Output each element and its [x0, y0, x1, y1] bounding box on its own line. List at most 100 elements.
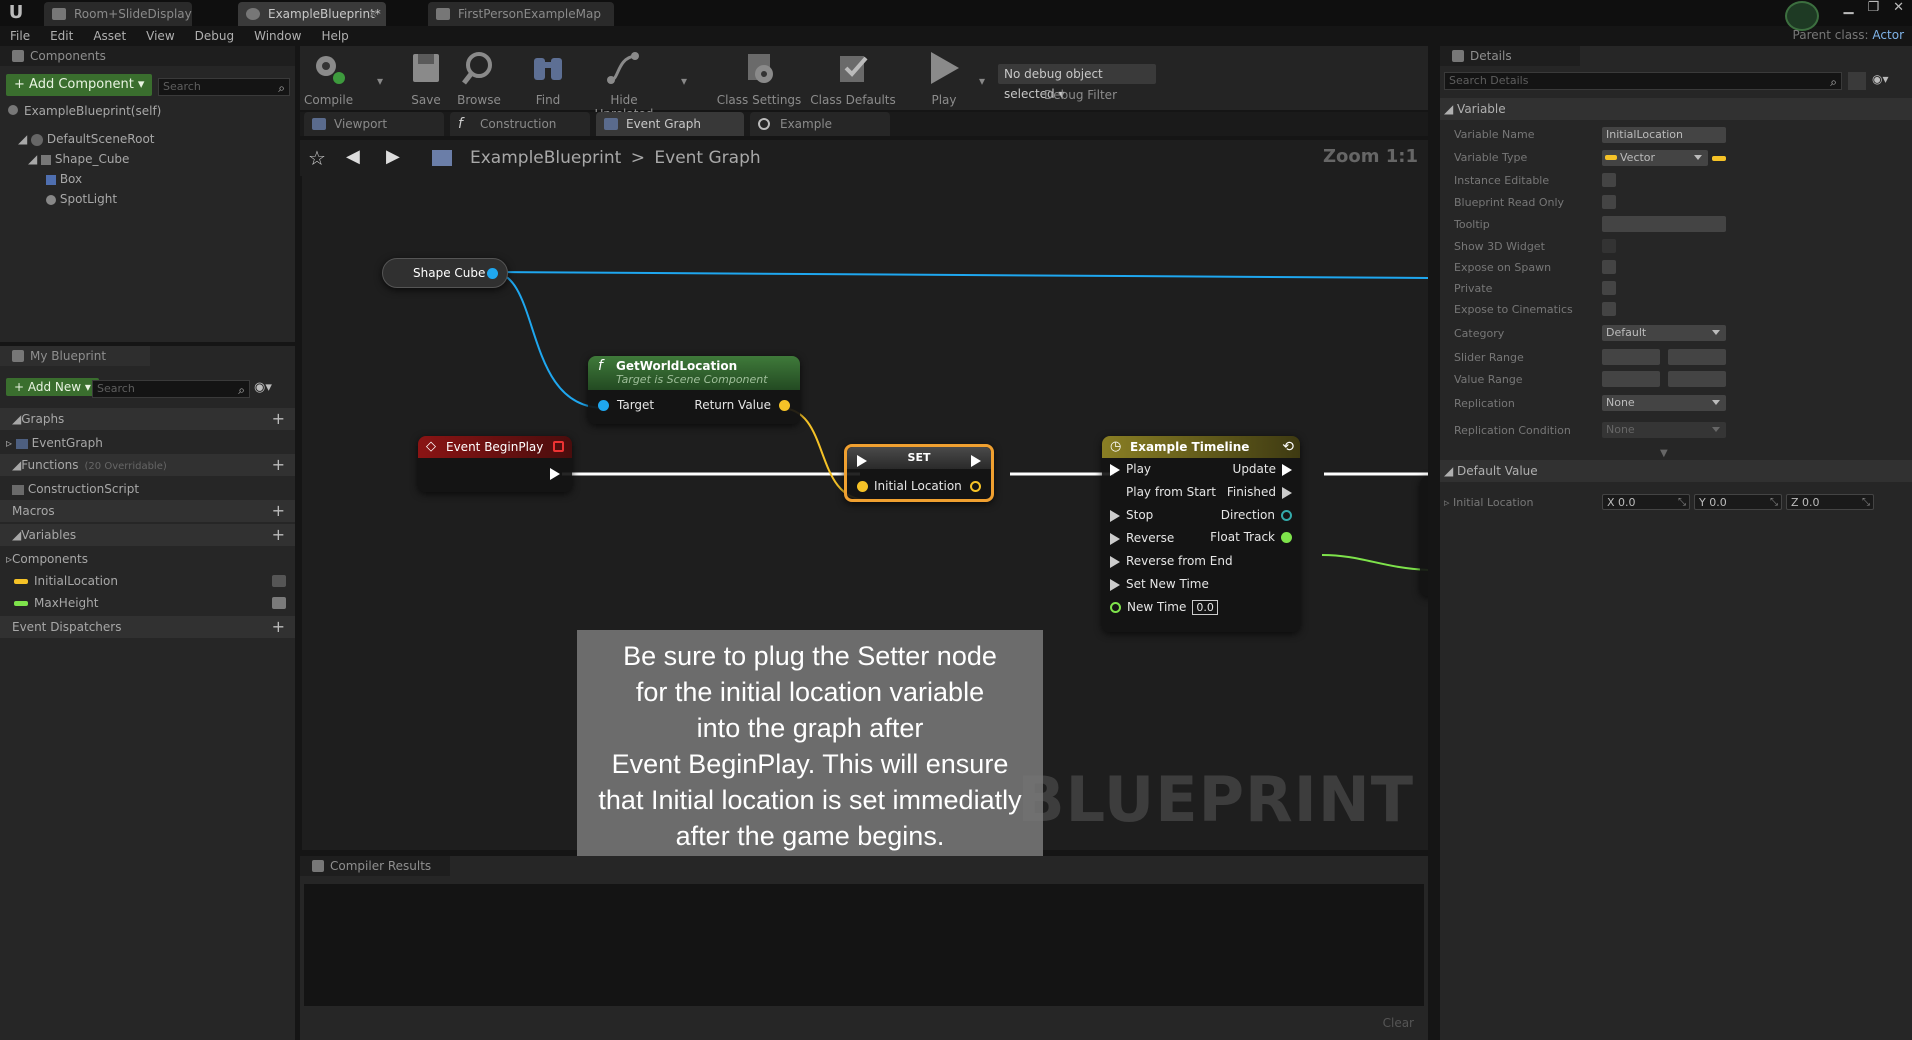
- node-set-initial-location[interactable]: SET Initial Location: [844, 444, 994, 502]
- add-dispatcher-icon[interactable]: +: [272, 616, 285, 638]
- back-arrow-icon[interactable]: ◀: [346, 146, 360, 167]
- browse-button[interactable]: Browse: [454, 50, 504, 107]
- pin-update[interactable]: Update: [1233, 462, 1292, 476]
- tooltip-field[interactable]: [1602, 216, 1726, 232]
- menu-file[interactable]: File: [10, 26, 30, 46]
- expose-to-cinematics-checkbox[interactable]: [1602, 302, 1616, 316]
- property-matrix-icon[interactable]: [1848, 72, 1866, 90]
- show-3d-widget-checkbox[interactable]: [1602, 239, 1616, 253]
- value-range-min-field[interactable]: [1602, 371, 1660, 387]
- bookmark-star-icon[interactable]: ☆: [308, 146, 326, 170]
- pin-float-track[interactable]: Float Track: [1210, 530, 1292, 544]
- new-time-input[interactable]: 0.0: [1192, 600, 1218, 615]
- menu-asset[interactable]: Asset: [93, 26, 126, 46]
- pin-set-exec-out[interactable]: [971, 455, 981, 467]
- pin-initial-location-out[interactable]: [970, 481, 981, 492]
- pin-return-value[interactable]: Return Value: [694, 398, 790, 412]
- maximize-icon[interactable]: ❐: [1867, 0, 1879, 20]
- pin-shape-cube-out[interactable]: [487, 268, 498, 279]
- node-get-world-location[interactable]: f GetWorldLocation Target is Scene Compo…: [588, 356, 800, 424]
- pin-new-time[interactable]: New Time 0.0: [1110, 600, 1218, 615]
- compile-button[interactable]: Compile: [304, 50, 353, 107]
- initial-location-x-field[interactable]: X 0.0 ⤡: [1602, 494, 1690, 510]
- menu-view[interactable]: View: [146, 26, 174, 46]
- find-button[interactable]: Find: [526, 50, 570, 107]
- class-defaults-button[interactable]: Class Defaults: [810, 50, 896, 107]
- pin-finished[interactable]: Finished: [1227, 485, 1292, 499]
- value-range-max-field[interactable]: [1668, 371, 1726, 387]
- tab-room-slide-display[interactable]: Room+SlideDisplay: [44, 2, 192, 26]
- pin-play-from-start[interactable]: Play from Start: [1110, 485, 1216, 499]
- section-functions[interactable]: ◢Functions (20 Overridable) +: [0, 454, 295, 476]
- item-components-category[interactable]: ▹Components: [6, 550, 88, 568]
- close-window-icon[interactable]: ✕: [1893, 0, 1904, 20]
- pin-set-new-time[interactable]: Set New Time: [1110, 577, 1209, 591]
- debug-object-select[interactable]: No debug object selected ▾: [998, 64, 1156, 101]
- add-function-icon[interactable]: +: [272, 454, 285, 476]
- node-shape-cube[interactable]: Shape Cube: [382, 258, 508, 288]
- slider-range-max-field[interactable]: [1668, 349, 1726, 365]
- components-search-input[interactable]: Search ⌕: [158, 78, 290, 96]
- forward-arrow-icon[interactable]: ▶: [386, 146, 400, 167]
- variable-max-height[interactable]: MaxHeight: [14, 594, 286, 612]
- item-event-graph[interactable]: ▹ EventGraph: [6, 434, 103, 452]
- self-item[interactable]: ExampleBlueprint(self): [8, 102, 161, 120]
- add-new-button[interactable]: + Add New ▾: [6, 378, 99, 396]
- tree-default-scene-root[interactable]: ◢ DefaultSceneRoot: [18, 130, 155, 148]
- initial-location-z-field[interactable]: Z 0.0 ⤡: [1786, 494, 1874, 510]
- pin-target[interactable]: Target: [598, 398, 654, 412]
- instance-editable-checkbox[interactable]: [1602, 173, 1616, 187]
- tree-box[interactable]: Box: [46, 170, 82, 188]
- item-construction-script[interactable]: ConstructionScript: [12, 480, 139, 498]
- pin-begin-play-exec-out[interactable]: [550, 468, 560, 480]
- tree-spotlight[interactable]: SpotLight: [46, 190, 117, 208]
- blueprint-read-only-checkbox[interactable]: [1602, 195, 1616, 209]
- save-button[interactable]: Save: [404, 50, 448, 107]
- section-event-dispatchers[interactable]: Event Dispatchers +: [0, 616, 295, 638]
- pin-reverse[interactable]: Reverse: [1110, 531, 1174, 545]
- visibility-eye-icon[interactable]: ◉▾: [1872, 72, 1889, 86]
- variable-type-select[interactable]: Vector: [1602, 150, 1708, 166]
- pin-direction[interactable]: Direction: [1221, 508, 1292, 522]
- details-search-input[interactable]: Search Details ⌕: [1444, 72, 1842, 90]
- breadcrumb-root[interactable]: ExampleBlueprint: [470, 148, 621, 168]
- menu-edit[interactable]: Edit: [50, 26, 73, 46]
- play-button[interactable]: Play: [920, 50, 968, 107]
- node-offscreen-partial[interactable]: [1420, 476, 1428, 596]
- visibility-toggle-icon[interactable]: [272, 575, 286, 587]
- class-settings-button[interactable]: Class Settings: [716, 50, 802, 107]
- close-tab-icon[interactable]: ✕: [368, 2, 378, 26]
- compile-options-dropdown[interactable]: ▾: [364, 50, 396, 88]
- add-macro-icon[interactable]: +: [272, 500, 285, 522]
- pin-stop[interactable]: Stop: [1110, 508, 1153, 522]
- node-example-timeline[interactable]: ◷ Example Timeline ⟲ Play Play from Star…: [1102, 436, 1300, 632]
- menu-debug[interactable]: Debug: [195, 26, 234, 46]
- menu-help[interactable]: Help: [321, 26, 348, 46]
- variable-section-header[interactable]: ◢ Variable: [1440, 98, 1912, 120]
- add-variable-icon[interactable]: +: [272, 524, 285, 546]
- tab-event-graph[interactable]: Event Graph: [596, 112, 744, 136]
- tab-construction-script[interactable]: fConstruction Scrip: [450, 112, 590, 155]
- pin-set-exec-in[interactable]: [857, 455, 867, 467]
- tree-shape-cube[interactable]: ◢ Shape_Cube: [28, 150, 129, 168]
- replication-condition-select[interactable]: None: [1602, 422, 1726, 438]
- default-value-section-header[interactable]: ◢ Default Value: [1440, 460, 1912, 482]
- hide-unrelated-button[interactable]: Hide Unrelated: [580, 50, 668, 121]
- delegate-pin-icon[interactable]: [553, 441, 564, 452]
- add-graph-icon[interactable]: +: [272, 408, 285, 430]
- expand-advanced-icon[interactable]: ▼: [1660, 448, 1668, 459]
- tab-viewport[interactable]: Viewport: [304, 112, 444, 136]
- menu-window[interactable]: Window: [254, 26, 301, 46]
- hide-unrelated-dropdown[interactable]: ▾: [672, 50, 696, 88]
- container-type-icon[interactable]: [1712, 156, 1726, 161]
- section-macros[interactable]: Macros +: [0, 500, 295, 522]
- tab-example-timeline[interactable]: Example Timeline_: [750, 112, 890, 155]
- variable-initial-location[interactable]: InitialLocation: [14, 572, 286, 590]
- slider-range-min-field[interactable]: [1602, 349, 1660, 365]
- add-component-button[interactable]: + Add Component ▾: [6, 74, 153, 96]
- section-graphs[interactable]: ◢Graphs +: [0, 408, 295, 430]
- tab-example-blueprint[interactable]: ExampleBlueprint* ✕: [238, 2, 386, 26]
- section-variables[interactable]: ◢Variables +: [0, 524, 295, 546]
- replication-select[interactable]: None: [1602, 395, 1726, 411]
- play-options-dropdown[interactable]: ▾: [972, 50, 992, 88]
